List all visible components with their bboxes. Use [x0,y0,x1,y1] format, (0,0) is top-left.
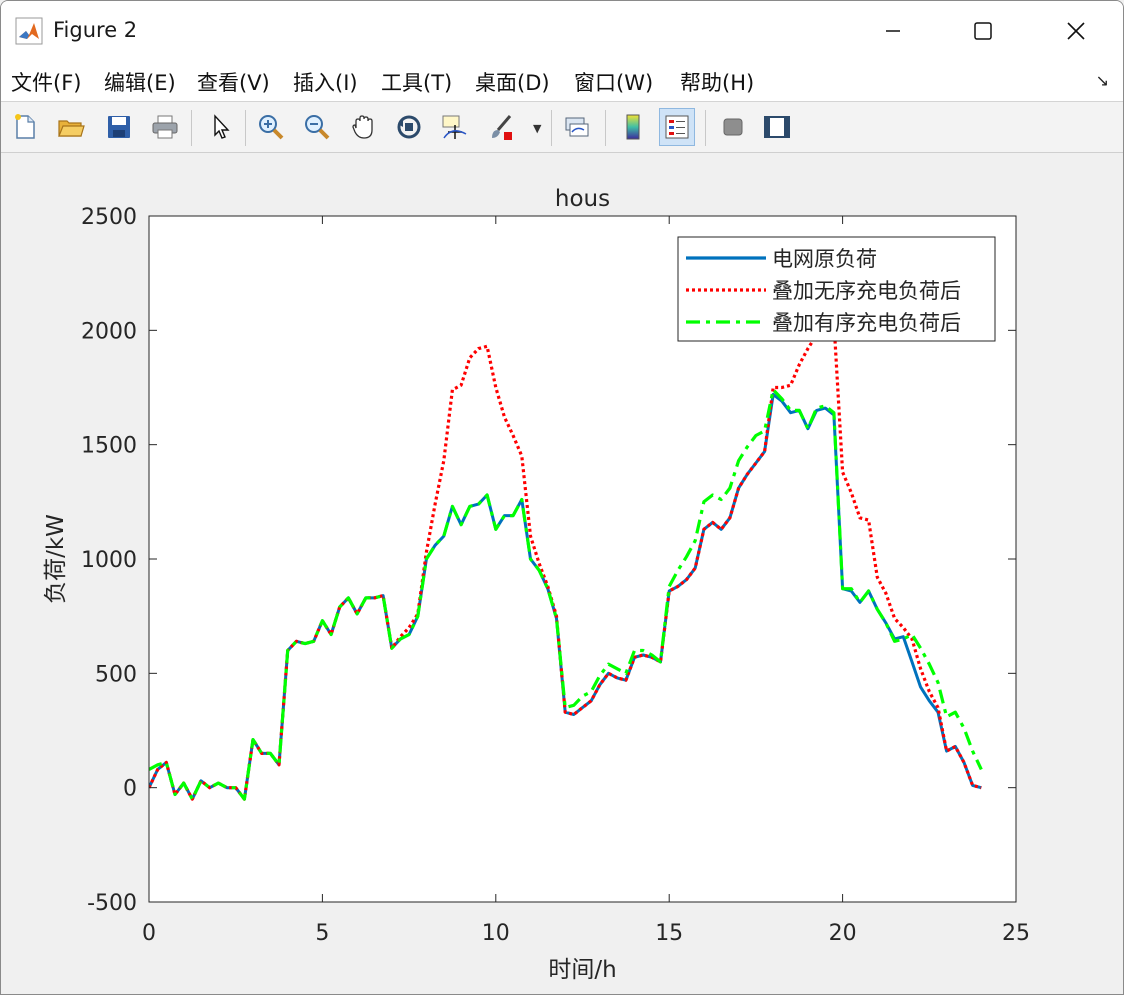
new-file-button[interactable] [7,108,43,146]
menu-edit[interactable]: 编辑(E) [104,67,176,97]
undock-arrow-icon[interactable]: ↘ [1096,71,1109,90]
toolbar-separator [551,110,552,146]
y-tick-label: 1000 [81,548,137,573]
matlab-logo-icon [15,17,43,45]
dock-icon [764,116,790,138]
minimize-icon [886,30,900,32]
brush-icon [492,115,512,140]
menu-help[interactable]: 帮助(H) [680,67,754,97]
print-icon [152,115,178,139]
y-tick-label: 500 [95,662,137,687]
menu-bar: 文件(F) 编辑(E) 查看(V) 插入(I) 工具(T) 桌面(D) 窗口(W… [1,61,1123,102]
colorbar-icon [626,114,640,140]
menu-file[interactable]: 文件(F) [11,67,81,97]
open-button[interactable] [53,108,89,146]
save-icon [108,116,130,138]
x-axis-label: 时间/h [548,957,616,983]
brush-dropdown-icon[interactable]: ▼ [533,122,541,135]
figure-toolbar: ▼ [1,102,1123,153]
x-tick-label: 25 [1002,921,1030,946]
data-cursor-icon [442,115,467,139]
insert-colorbar-button[interactable] [615,108,651,146]
legend-icon [665,115,689,139]
menu-desktop[interactable]: 桌面(D) [475,67,550,97]
maximize-icon [974,22,992,40]
title-bar[interactable]: Figure 2 [1,1,1123,61]
x-tick-label: 0 [142,921,156,946]
x-tick-label: 5 [315,921,329,946]
pan-hand-icon [352,115,373,139]
chart-title: hous [555,186,610,212]
show-plot-tools-button[interactable] [759,108,795,146]
new-file-icon [15,114,35,139]
y-tick-label: 2500 [81,205,137,230]
zoom-in-button[interactable] [253,108,289,146]
link-plot-icon [565,117,589,137]
x-tick-label: 20 [829,921,857,946]
hide-tools-icon [723,118,743,136]
menu-tools[interactable]: 工具(T) [381,67,452,97]
x-tick-label: 15 [655,921,683,946]
menu-window[interactable]: 窗口(W) [574,67,653,97]
figure-window: Figure 2 文件(F) 编辑(E) 查看(V) 插入(I) 工具(T) 桌… [0,0,1124,995]
brush-button[interactable] [483,108,519,146]
x-tick-label: 10 [482,921,510,946]
print-button[interactable] [147,108,183,146]
y-axis-label: 负荷/kW [43,514,69,604]
zoom-out-icon [305,115,330,140]
y-tick-label: 1500 [81,434,137,459]
minimize-button[interactable] [871,9,915,53]
close-icon [1067,22,1085,40]
legend-label-1: 电网原负荷 [772,247,877,271]
y-tick-label: -500 [87,891,137,916]
toolbar-separator [705,110,706,146]
toolbar-separator [245,110,246,146]
legend-label-3: 叠加有序充电负荷后 [772,311,961,335]
pan-button[interactable] [345,108,381,146]
y-tick-label: 0 [123,777,137,802]
zoom-in-icon [259,115,284,140]
data-cursor-button[interactable] [437,108,473,146]
legend-label-2: 叠加无序充电负荷后 [772,279,961,303]
toolbar-separator [605,110,606,146]
menu-insert[interactable]: 插入(I) [293,67,358,97]
y-tick-label: 2000 [81,319,137,344]
insert-legend-button[interactable] [659,108,695,146]
window-title: Figure 2 [53,18,138,42]
toolbar-separator [191,110,192,146]
menu-view[interactable]: 查看(V) [197,67,270,97]
line-chart[interactable]: 0 5 10 15 20 25-50005001000150020002500hous时间… [1,153,1123,994]
rotate-3d-icon [397,115,421,139]
figure-canvas[interactable]: 0 5 10 15 20 25 -500 0 500 1000 1500 2000 2500 hous 时间… [1,153,1123,994]
link-plot-button[interactable] [559,108,595,146]
edit-plot-button[interactable] [203,108,239,146]
maximize-button[interactable] [961,9,1005,53]
hide-plot-tools-button[interactable] [715,108,751,146]
pointer-icon [214,114,230,139]
zoom-out-button[interactable] [299,108,335,146]
close-button[interactable] [1054,9,1098,53]
open-folder-icon [58,120,85,137]
rotate-3d-button[interactable] [391,108,427,146]
save-button[interactable] [101,108,137,146]
